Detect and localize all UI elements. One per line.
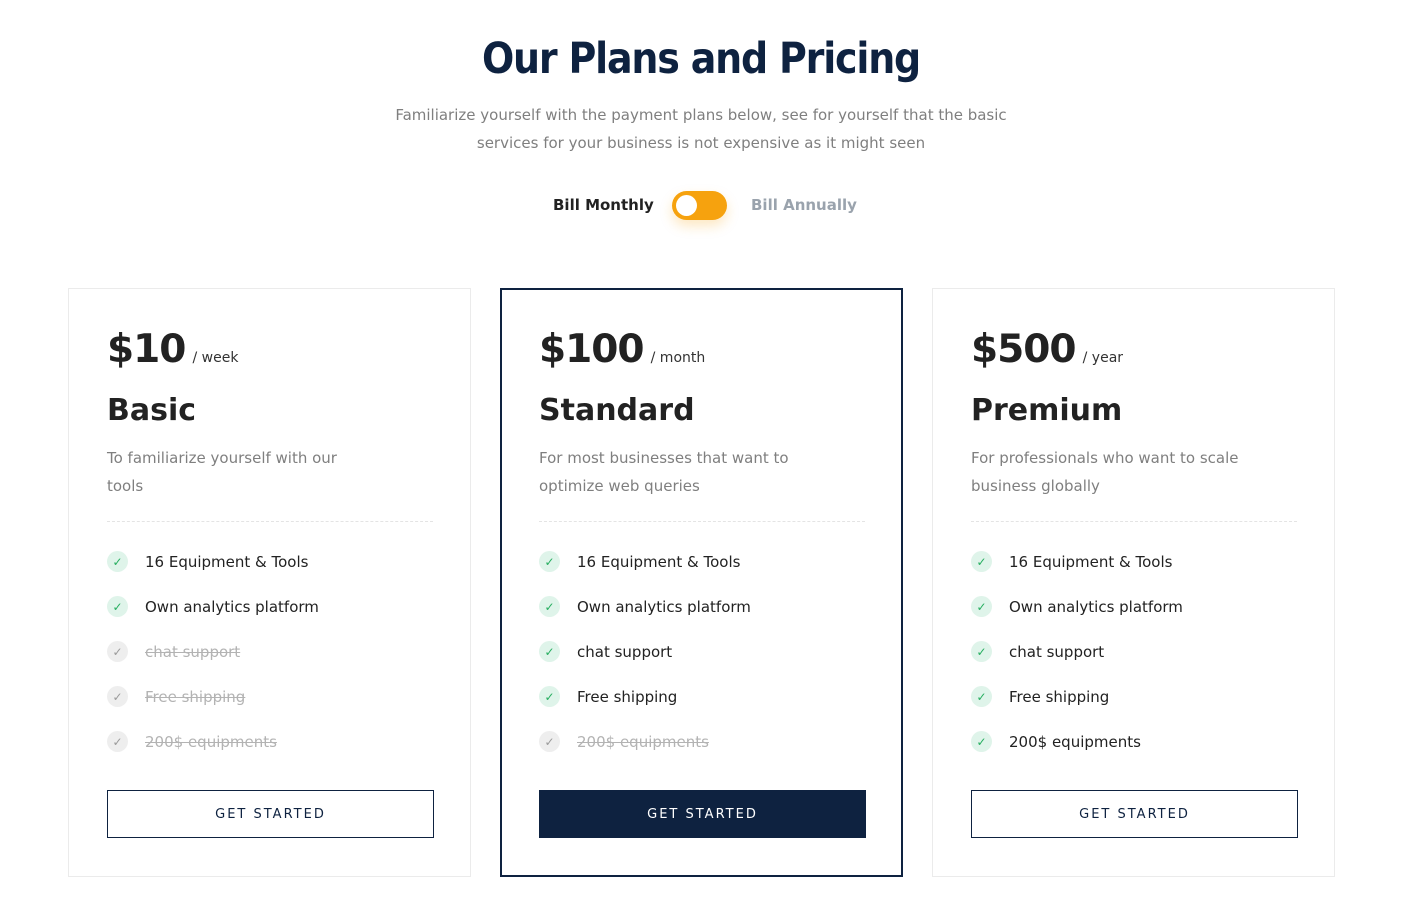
toggle-knob: [676, 195, 697, 216]
plan-description: For professionals who want to scale busi…: [971, 449, 1239, 495]
get-started-button-premium[interactable]: GET STARTED: [971, 790, 1298, 838]
check-icon: ✓: [539, 596, 560, 617]
card-divider: [971, 521, 1297, 522]
price-amount: $10: [107, 327, 186, 372]
feature-item-excluded: ✓ 200$ equipments: [539, 719, 751, 764]
page-subtitle: Familiarize yourself with the payment pl…: [381, 101, 1021, 157]
subtitle-line-2: services for your business is not expens…: [476, 134, 926, 152]
price-period: / week: [192, 350, 239, 366]
check-icon: ✓: [971, 731, 992, 752]
card-divider: [539, 521, 865, 522]
price-amount: $100: [539, 327, 645, 372]
billing-toggle-group: Bill Monthly Bill Annually: [0, 190, 1402, 222]
plan-description: To familiarize yourself with our tools: [107, 449, 337, 495]
feature-item-excluded: ✓ 200$ equipments: [107, 719, 319, 764]
plan-name: Basic: [107, 393, 197, 428]
billing-toggle-switch[interactable]: [672, 191, 727, 220]
feature-item: ✓ 16 Equipment & Tools: [107, 539, 319, 584]
feature-item: ✓ Own analytics platform: [107, 584, 319, 629]
feature-item: ✓ 16 Equipment & Tools: [539, 539, 751, 584]
feature-item: ✓ 200$ equipments: [971, 719, 1183, 764]
check-icon: ✓: [107, 641, 128, 662]
check-icon: ✓: [971, 686, 992, 707]
card-divider: [107, 521, 433, 522]
plan-name: Premium: [971, 393, 1123, 428]
feature-list: ✓ 16 Equipment & Tools ✓ Own analytics pla…: [107, 549, 319, 774]
check-icon: ✓: [539, 641, 560, 662]
check-icon: ✓: [539, 686, 560, 707]
price-period: / month: [650, 350, 706, 366]
plan-price: $500 / year: [971, 327, 1123, 372]
check-icon: ✓: [107, 686, 128, 707]
feature-list: ✓ 16 Equipment & Tools ✓ Own analytics pla…: [539, 549, 751, 774]
check-icon: ✓: [107, 596, 128, 617]
feature-item: ✓ Own analytics platform: [539, 584, 751, 629]
price-period: / year: [1082, 350, 1124, 366]
plan-description: For most businesses that want to optimiz…: [539, 449, 789, 495]
feature-item: ✓ Free shipping: [539, 674, 751, 719]
feature-item-excluded: ✓ chat support: [107, 629, 319, 674]
feature-item: ✓ Free shipping: [971, 674, 1183, 719]
feature-item-excluded: ✓ Free shipping: [107, 674, 319, 719]
check-icon: ✓: [107, 551, 128, 572]
check-icon: ✓: [971, 596, 992, 617]
bill-monthly-label[interactable]: Bill Monthly: [553, 196, 654, 214]
plan-card-basic: $10 / week Basic To familiarize yourself…: [68, 288, 471, 877]
bill-annually-label[interactable]: Bill Annually: [751, 196, 857, 214]
feature-item: ✓ Own analytics platform: [971, 584, 1183, 629]
subtitle-line-1: Familiarize yourself with the payment pl…: [395, 106, 1007, 124]
get-started-button-basic[interactable]: GET STARTED: [107, 790, 434, 838]
check-icon: ✓: [971, 641, 992, 662]
plan-card-premium: $500 / year Premium For professionals wh…: [932, 288, 1335, 877]
feature-item: ✓ chat support: [539, 629, 751, 674]
feature-item: ✓ 16 Equipment & Tools: [971, 539, 1183, 584]
price-amount: $500: [971, 327, 1077, 372]
get-started-button-standard[interactable]: GET STARTED: [539, 790, 866, 838]
check-icon: ✓: [539, 551, 560, 572]
feature-list: ✓ 16 Equipment & Tools ✓ Own analytics pla…: [971, 549, 1183, 774]
plan-price: $10 / week: [107, 327, 238, 372]
plan-card-standard: $100 / month Standard For most businesse…: [500, 288, 903, 877]
check-icon: ✓: [107, 731, 128, 752]
plan-price: $100 / month: [539, 327, 705, 372]
page-title: Our Plans and Pricing: [481, 34, 921, 84]
plan-name: Standard: [539, 393, 695, 428]
feature-item: ✓ chat support: [971, 629, 1183, 674]
check-icon: ✓: [539, 731, 560, 752]
check-icon: ✓: [971, 551, 992, 572]
